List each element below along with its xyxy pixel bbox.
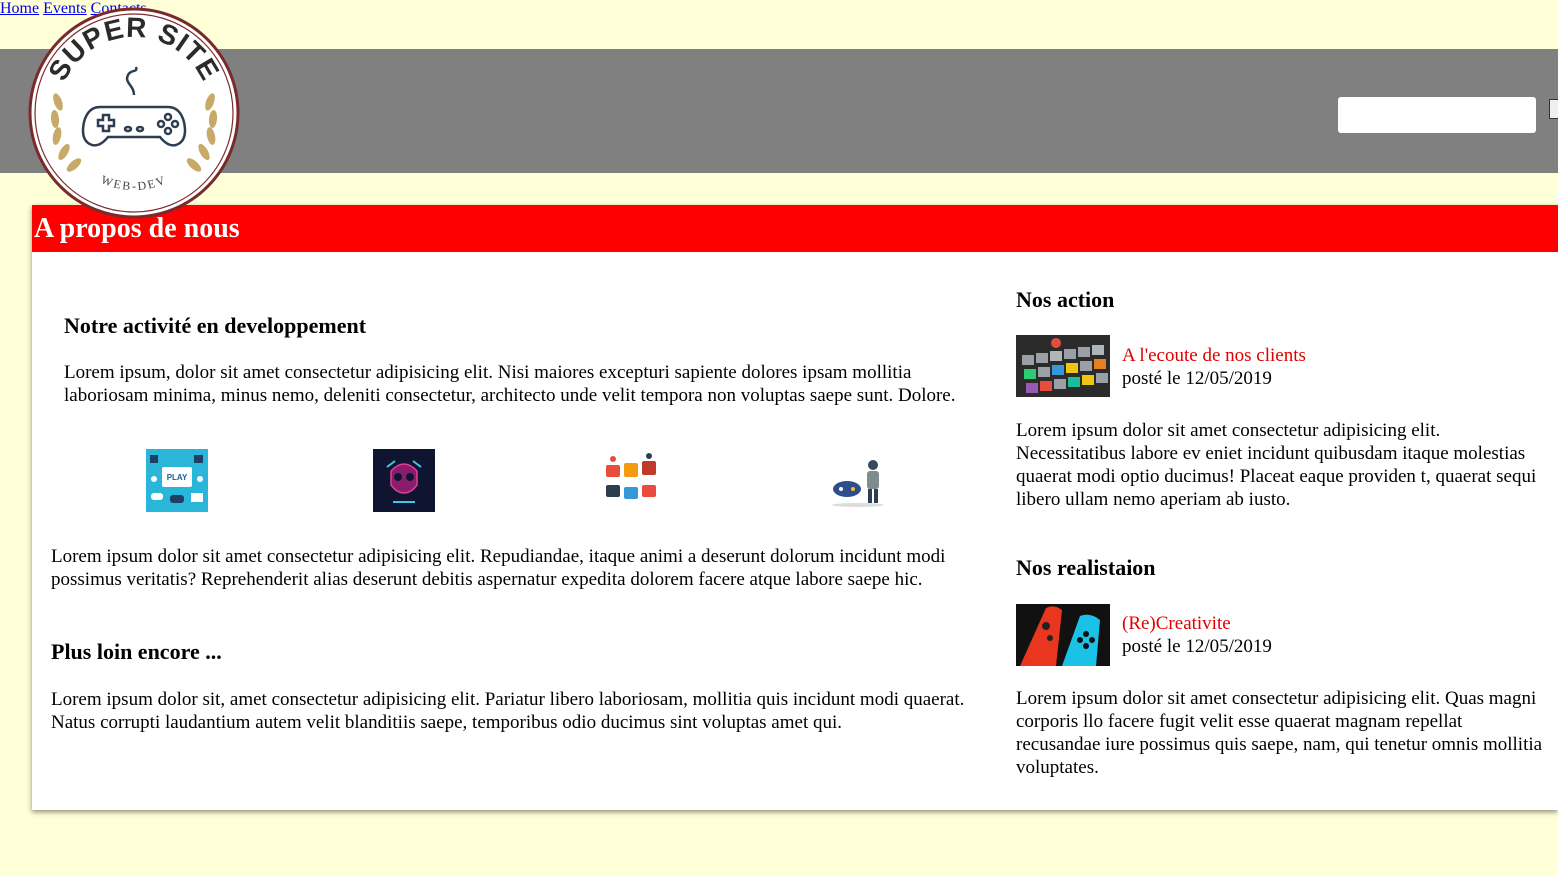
arcade-controllers-icon [600, 449, 662, 512]
super-site-logo[interactable]: SUPER SITE WEB-DEV [28, 7, 240, 219]
actions-post-link[interactable]: A l'ecoute de nos clients [1122, 345, 1306, 367]
search-input[interactable] [1338, 97, 1536, 133]
further-heading: Plus loin encore ... [51, 639, 222, 664]
actions-post-date: posté le 12/05/2019 [1122, 368, 1272, 389]
keyboard-keys-icon [1016, 335, 1110, 397]
search-button[interactable] [1549, 99, 1558, 119]
realisations-post-text: Lorem ipsum dolor sit amet consectetur a… [1016, 688, 1543, 778]
joycon-controllers-icon [1016, 604, 1110, 666]
neon-skull-icon [373, 449, 435, 512]
further-text: Lorem ipsum dolor sit, amet consectetur … [51, 689, 965, 733]
activity-heading: Notre activité en developpement [64, 313, 367, 338]
realisations-post-link[interactable]: (Re)Creativite [1122, 613, 1231, 635]
play-console-icon: PLAY [146, 449, 208, 512]
activity-text: Lorem ipsum, dolor sit amet consectetur … [64, 362, 956, 406]
gamer-with-gamepad-icon [827, 449, 889, 512]
realisations-post-date: posté le 12/05/2019 [1122, 636, 1272, 657]
realisations-title: Nos realistaion [1016, 555, 1156, 580]
svg-text:PLAY: PLAY [167, 473, 188, 482]
about-text: Lorem ipsum dolor sit amet consectetur a… [51, 546, 946, 590]
actions-post-text: Lorem ipsum dolor sit amet consectetur a… [1016, 420, 1537, 510]
about-section: A propos de nous Notre activité en devel… [32, 205, 1558, 810]
actions-title: Nos action [1016, 287, 1115, 312]
section-banner: A propos de nous [32, 205, 1558, 252]
